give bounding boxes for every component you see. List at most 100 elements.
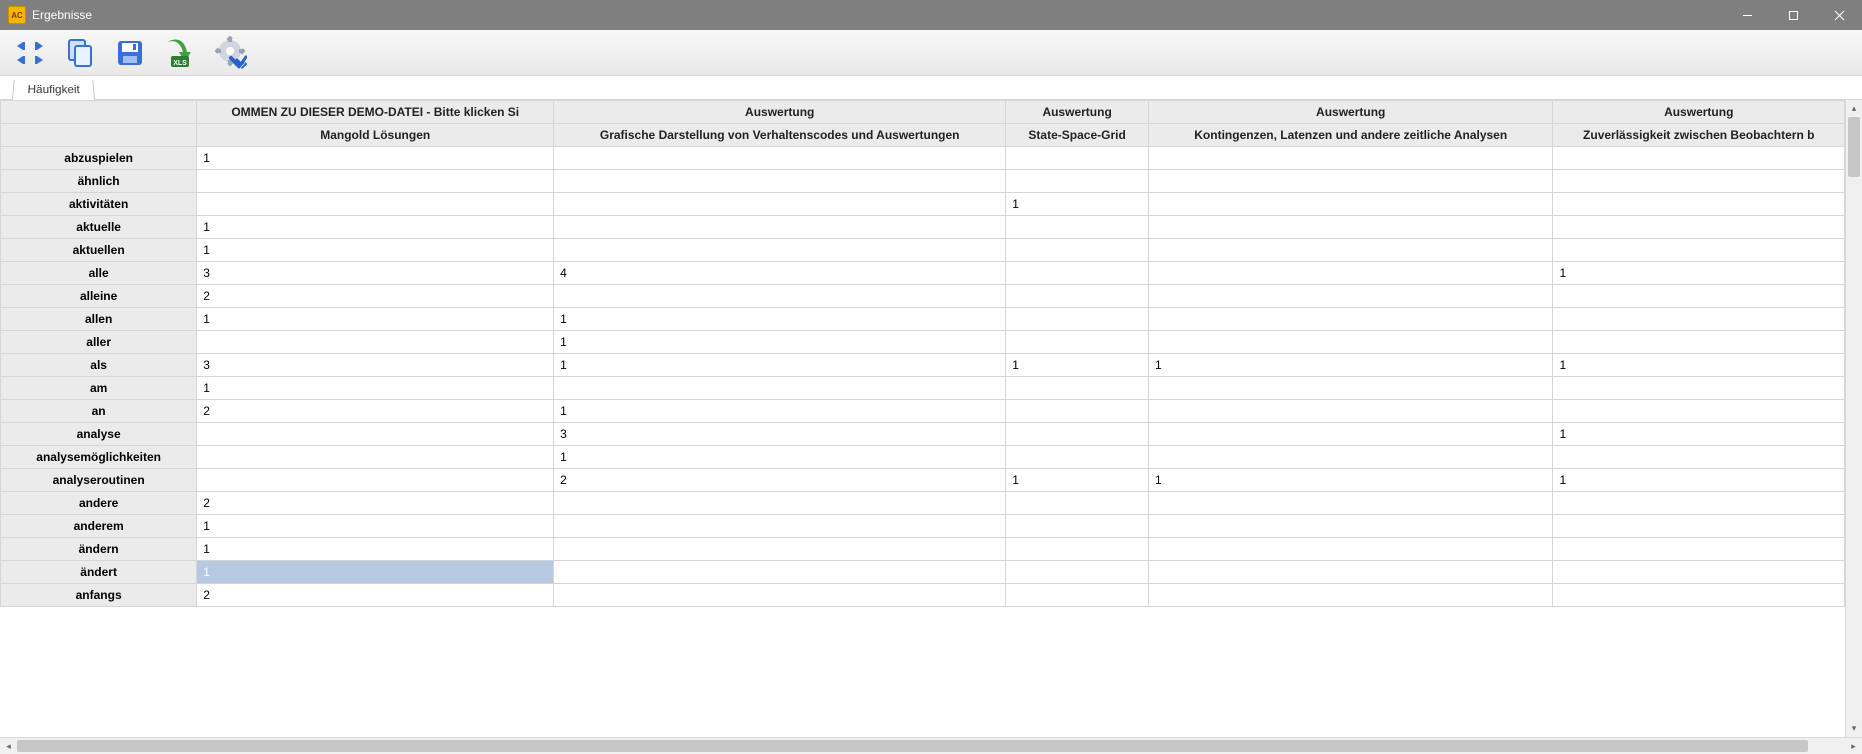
scroll-down-button[interactable]: ▾ xyxy=(1846,720,1862,737)
cell[interactable] xyxy=(554,584,1006,607)
row-header[interactable]: ändern xyxy=(1,538,197,561)
row-header[interactable]: anderem xyxy=(1,515,197,538)
cell[interactable] xyxy=(1553,515,1845,538)
row-header[interactable]: aktuelle xyxy=(1,216,197,239)
cell[interactable] xyxy=(1553,538,1845,561)
cell[interactable] xyxy=(1553,446,1845,469)
cell[interactable] xyxy=(1553,239,1845,262)
cell[interactable] xyxy=(1148,446,1552,469)
cell[interactable]: 1 xyxy=(1148,469,1552,492)
cell[interactable] xyxy=(1006,308,1149,331)
cell[interactable]: 1 xyxy=(1006,469,1149,492)
cell[interactable] xyxy=(1006,538,1149,561)
cell[interactable] xyxy=(197,331,554,354)
cell[interactable] xyxy=(1148,147,1552,170)
header-col-2b[interactable]: Grafische Darstellung von Verhaltenscode… xyxy=(554,124,1006,147)
row-header[interactable]: an xyxy=(1,400,197,423)
cell[interactable]: 2 xyxy=(197,584,554,607)
row-header[interactable]: aktuellen xyxy=(1,239,197,262)
cell[interactable] xyxy=(554,170,1006,193)
row-header[interactable]: andere xyxy=(1,492,197,515)
export-excel-button[interactable]: XLS xyxy=(160,33,200,73)
cell[interactable]: 1 xyxy=(197,147,554,170)
cell[interactable] xyxy=(1148,193,1552,216)
row-header[interactable]: alleine xyxy=(1,285,197,308)
horizontal-scrollbar[interactable]: ◂ ▸ xyxy=(0,737,1862,754)
scroll-right-button[interactable]: ▸ xyxy=(1845,738,1862,754)
row-header[interactable]: abzuspielen xyxy=(1,147,197,170)
close-button[interactable] xyxy=(1816,0,1862,30)
cell[interactable] xyxy=(1553,331,1845,354)
header-col-4a[interactable]: Auswertung xyxy=(1148,101,1552,124)
cell[interactable]: 1 xyxy=(1006,354,1149,377)
cell[interactable] xyxy=(554,285,1006,308)
cell[interactable]: 1 xyxy=(197,515,554,538)
cell[interactable] xyxy=(1006,262,1149,285)
cell[interactable] xyxy=(197,423,554,446)
cell[interactable]: 1 xyxy=(197,538,554,561)
cell[interactable] xyxy=(554,377,1006,400)
header-corner[interactable] xyxy=(1,101,197,124)
row-header[interactable]: ähnlich xyxy=(1,170,197,193)
cell[interactable] xyxy=(554,492,1006,515)
cell[interactable]: 1 xyxy=(197,377,554,400)
cell[interactable] xyxy=(197,170,554,193)
maximize-button[interactable] xyxy=(1770,0,1816,30)
cell[interactable]: 1 xyxy=(197,308,554,331)
cell[interactable] xyxy=(1148,285,1552,308)
cell[interactable] xyxy=(1006,561,1149,584)
cell[interactable]: 1 xyxy=(197,239,554,262)
cell[interactable] xyxy=(1148,515,1552,538)
cell[interactable]: 1 xyxy=(197,561,554,584)
cell[interactable]: 1 xyxy=(197,216,554,239)
cell[interactable] xyxy=(1006,147,1149,170)
cell[interactable] xyxy=(554,561,1006,584)
cell[interactable]: 1 xyxy=(1553,262,1845,285)
cell[interactable] xyxy=(1006,285,1149,308)
cell[interactable] xyxy=(1553,147,1845,170)
cell[interactable]: 1 xyxy=(1148,354,1552,377)
cell[interactable] xyxy=(554,147,1006,170)
cell[interactable]: 2 xyxy=(197,285,554,308)
row-header[interactable]: als xyxy=(1,354,197,377)
cell[interactable] xyxy=(197,193,554,216)
cell[interactable] xyxy=(554,538,1006,561)
row-header[interactable]: ändert xyxy=(1,561,197,584)
row-header[interactable]: anfangs xyxy=(1,584,197,607)
save-button[interactable] xyxy=(110,33,150,73)
cell[interactable]: 1 xyxy=(554,354,1006,377)
column-nav-button[interactable] xyxy=(10,33,50,73)
cell[interactable] xyxy=(197,446,554,469)
header-col-2a[interactable]: Auswertung xyxy=(554,101,1006,124)
cell[interactable] xyxy=(1553,285,1845,308)
cell[interactable] xyxy=(1148,423,1552,446)
vscroll-track[interactable] xyxy=(1846,117,1862,720)
cell[interactable]: 1 xyxy=(554,446,1006,469)
cell[interactable]: 2 xyxy=(197,492,554,515)
cell[interactable] xyxy=(1148,561,1552,584)
cell[interactable] xyxy=(1006,239,1149,262)
cell[interactable] xyxy=(1006,446,1149,469)
cell[interactable] xyxy=(1148,216,1552,239)
cell[interactable]: 1 xyxy=(1006,193,1149,216)
cell[interactable] xyxy=(1553,561,1845,584)
tab-frequency[interactable]: Häufigkeit xyxy=(12,80,95,100)
cell[interactable] xyxy=(1148,538,1552,561)
cell[interactable] xyxy=(1006,423,1149,446)
hscroll-thumb[interactable] xyxy=(17,740,1808,752)
cell[interactable]: 1 xyxy=(554,331,1006,354)
cell[interactable] xyxy=(197,469,554,492)
cell[interactable]: 1 xyxy=(1553,354,1845,377)
cell[interactable]: 1 xyxy=(554,308,1006,331)
row-header[interactable]: aktivitäten xyxy=(1,193,197,216)
cell[interactable] xyxy=(1006,331,1149,354)
cell[interactable] xyxy=(1006,216,1149,239)
cell[interactable]: 2 xyxy=(197,400,554,423)
cell[interactable] xyxy=(1553,170,1845,193)
header-corner-2[interactable] xyxy=(1,124,197,147)
cell[interactable] xyxy=(1006,584,1149,607)
cell[interactable] xyxy=(1148,400,1552,423)
cell[interactable] xyxy=(1148,331,1552,354)
cell[interactable] xyxy=(1148,492,1552,515)
header-col-1a[interactable]: OMMEN ZU DIESER DEMO-DATEI - Bitte klick… xyxy=(197,101,554,124)
